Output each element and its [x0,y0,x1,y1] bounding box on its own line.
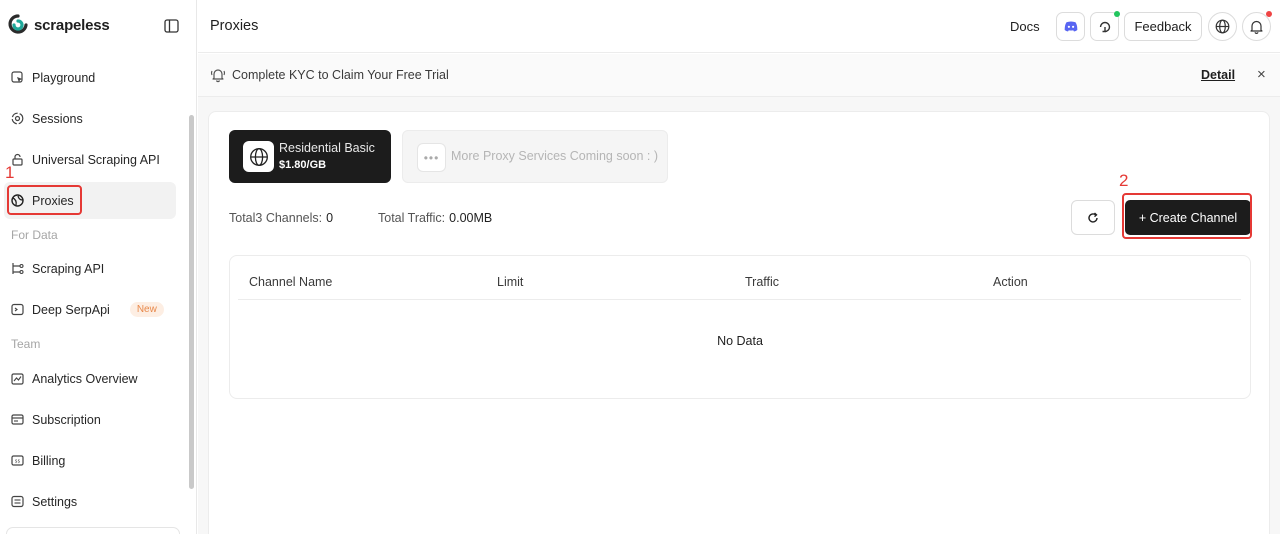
sidebar-footer-card[interactable] [6,527,180,534]
globe-icon [1215,19,1230,34]
sidebar-item-label: Sessions [32,111,83,126]
column-header: Traffic [745,275,780,289]
traffic-stat: Total Traffic: 0.00MB [378,211,492,225]
new-badge: New [129,302,164,317]
language-button[interactable] [1208,12,1237,41]
main-content: Complete KYC to Claim Your Free Trial De… [198,54,1280,534]
page-title: Proxies [210,18,259,34]
annotation-number-1: 1 [5,163,15,182]
brand-name: scrapeless [34,16,110,34]
sidebar-item-settings[interactable]: Settings [4,483,176,520]
column-header: Channel Name [249,275,333,289]
flow-icon [12,263,24,275]
column-header: Limit [497,275,524,289]
channels-table: Channel Name Limit Traffic Action No Dat… [229,255,1251,399]
kyc-banner: Complete KYC to Claim Your Free Trial De… [198,54,1280,97]
traffic-label: Total Traffic: [378,211,446,225]
notifications-button[interactable] [1242,11,1272,41]
top-bar: Proxies Docs Feedback [198,0,1280,53]
feedback-button[interactable]: Feedback [1124,12,1202,41]
service-name: Residential Basic [279,141,375,155]
discord-icon [1064,21,1077,32]
svg-text:$$: $$ [15,459,21,465]
service-coming-soon: ••• More Proxy Services Coming soon : ) [402,130,668,183]
discord-button[interactable] [1056,12,1085,41]
sidebar-item-subscription[interactable]: Subscription [4,401,176,438]
sidebar-item-label: Subscription [32,412,101,427]
coming-soon-text: More Proxy Services Coming soon : ) [451,149,659,163]
annotation-box-proxies [7,185,82,215]
channels-stat: Total3 Channels: 0 [229,211,333,225]
sidebar-item-billing[interactable]: $$ Billing [4,442,176,479]
cursor-icon [11,71,23,83]
kyc-detail-link[interactable]: Detail [1201,68,1235,82]
section-for-data: For Data [11,228,58,242]
sidebar-item-universal-scraping-api[interactable]: Universal Scraping API [4,141,176,178]
analytics-icon [11,373,24,385]
sidebar-item-sessions[interactable]: Sessions [4,100,176,137]
section-team: Team [11,337,41,351]
sidebar-item-analytics-overview[interactable]: Analytics Overview [4,360,176,397]
docs-link[interactable]: Docs [1010,19,1040,34]
service-price: $1.80/GB [279,159,327,171]
refresh-icon [1088,211,1098,223]
sidebar: scrapeless Playground Sessions Universal… [0,0,197,534]
channels-label: Total3 Channels: [229,211,323,225]
kyc-message: Complete KYC to Claim Your Free Trial [232,68,449,82]
sidebar-scrollbar[interactable] [189,115,194,489]
bell-icon [1250,20,1263,34]
sidebar-item-playground[interactable]: Playground [4,59,176,96]
table-header-divider [238,299,1241,300]
more-dots-icon: ••• [417,143,446,172]
settings-icon [11,495,24,508]
sidebar-item-deep-serpapi[interactable]: Deep SerpApi New [4,291,176,328]
empty-state: No Data [717,334,763,348]
scrapeless-logo-icon [8,14,28,34]
service-residential-basic[interactable]: Residential Basic $1.80/GB [229,130,391,183]
billing-icon: $$ [11,455,24,466]
brand-logo[interactable]: scrapeless [8,14,110,36]
sidebar-item-label: Settings [32,494,78,509]
proxies-card: Residential Basic $1.80/GB ••• More Prox… [208,111,1270,534]
globe-icon [249,147,268,166]
bell-ring-icon [210,69,226,83]
support-icon [1099,21,1110,32]
sidebar-item-label: Universal Scraping API [32,152,160,167]
channels-value: 0 [326,211,334,225]
close-icon[interactable]: × [1257,66,1266,83]
status-online-dot [1114,11,1120,17]
sessions-icon [11,112,24,125]
sidebar-item-label: Analytics Overview [32,371,138,386]
column-header: Action [993,275,1028,289]
sidebar-item-label: Playground [32,70,96,85]
status-button[interactable] [1090,11,1120,41]
traffic-value: 0.00MB [449,211,493,225]
sidebar-item-label: Scraping API [32,261,105,276]
annotation-number-2: 2 [1119,171,1129,190]
sidebar-item-label: Deep SerpApi [32,302,110,317]
service-icon-box [243,141,274,172]
sidebar-toggle-icon[interactable] [164,19,179,33]
notification-dot [1266,11,1272,17]
subscription-icon [11,414,24,425]
annotation-box-create-channel [1122,193,1252,239]
refresh-button[interactable] [1071,200,1115,235]
terminal-icon [11,303,24,316]
sidebar-item-scraping-api[interactable]: Scraping API [4,250,176,287]
sidebar-item-label: Billing [32,453,66,468]
